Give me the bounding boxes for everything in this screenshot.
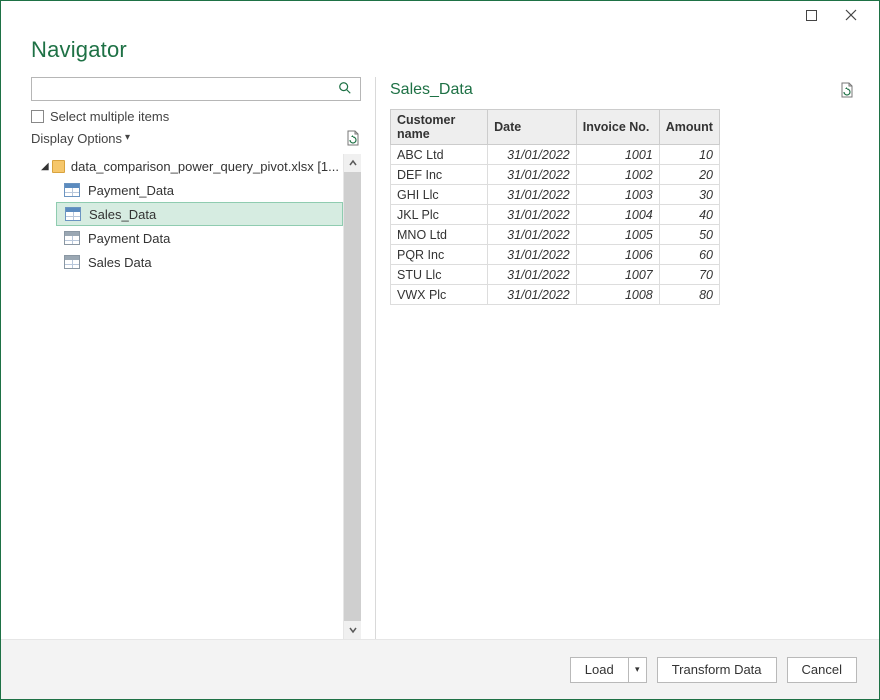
cell: ABC Ltd [391, 145, 488, 165]
cell: 10 [659, 145, 719, 165]
cell: 1005 [576, 225, 659, 245]
scroll-up-arrow[interactable] [344, 154, 361, 172]
cell: 31/01/2022 [488, 145, 577, 165]
table-row[interactable]: ABC Ltd31/01/2022100110 [391, 145, 720, 165]
cell: 31/01/2022 [488, 205, 577, 225]
cell: 31/01/2022 [488, 265, 577, 285]
cell: 31/01/2022 [488, 185, 577, 205]
cell: 30 [659, 185, 719, 205]
cell: 70 [659, 265, 719, 285]
tree-item[interactable]: Sales_Data [56, 202, 343, 226]
table-row[interactable]: MNO Ltd31/01/2022100550 [391, 225, 720, 245]
cell: 80 [659, 285, 719, 305]
cell: 1002 [576, 165, 659, 185]
preview-table: Customer nameDateInvoice No.Amount ABC L… [390, 109, 720, 305]
tree-scrollbar[interactable] [343, 154, 361, 639]
cell: STU Llc [391, 265, 488, 285]
search-box[interactable] [31, 77, 361, 101]
display-options-row[interactable]: Display Options ▾ [31, 130, 361, 146]
column-header[interactable]: Amount [659, 110, 719, 145]
cell: 40 [659, 205, 719, 225]
titlebar [1, 1, 879, 29]
table-row[interactable]: GHI Llc31/01/2022100330 [391, 185, 720, 205]
cell: 1008 [576, 285, 659, 305]
tree-item[interactable]: Payment_Data [56, 178, 343, 202]
column-header[interactable]: Customer name [391, 110, 488, 145]
dialog-header: Navigator [1, 29, 879, 77]
scroll-thumb[interactable] [344, 172, 361, 621]
select-multiple-label: Select multiple items [50, 109, 169, 124]
tree-item-label: Sales_Data [89, 207, 156, 222]
cell: DEF Inc [391, 165, 488, 185]
cell: 1007 [576, 265, 659, 285]
cell: VWX Plc [391, 285, 488, 305]
cell: MNO Ltd [391, 225, 488, 245]
select-multiple-checkbox[interactable] [31, 110, 44, 123]
tree-item[interactable]: Sales Data [56, 250, 343, 274]
left-panel: Select multiple items Display Options ▾ … [31, 77, 361, 639]
maximize-button[interactable] [791, 1, 831, 29]
load-button-label[interactable]: Load [571, 658, 628, 682]
scroll-track[interactable] [344, 172, 361, 621]
table-row[interactable]: VWX Plc31/01/2022100880 [391, 285, 720, 305]
table-row[interactable]: DEF Inc31/01/2022100220 [391, 165, 720, 185]
tree-item-label: Sales Data [88, 255, 152, 270]
collapse-icon[interactable]: ◢ [40, 161, 50, 172]
table-row[interactable]: PQR Inc31/01/2022100660 [391, 245, 720, 265]
column-header[interactable]: Invoice No. [576, 110, 659, 145]
dialog-title: Navigator [31, 37, 849, 63]
tree-file-node[interactable]: ◢ data_comparison_power_query_pivot.xlsx… [36, 154, 343, 178]
dialog-footer: Load ▾ Transform Data Cancel [1, 639, 879, 699]
select-multiple-row[interactable]: Select multiple items [31, 109, 361, 124]
cell: 31/01/2022 [488, 245, 577, 265]
transform-data-button[interactable]: Transform Data [657, 657, 777, 683]
chevron-down-icon: ▾ [125, 132, 130, 143]
preview-title: Sales_Data [390, 81, 473, 99]
tree-item-label: Payment Data [88, 231, 170, 246]
cell: GHI Llc [391, 185, 488, 205]
cell: 60 [659, 245, 719, 265]
refresh-preview-icon[interactable] [839, 82, 855, 98]
scroll-down-arrow[interactable] [344, 621, 361, 639]
cell: PQR Inc [391, 245, 488, 265]
cell: 1004 [576, 205, 659, 225]
cell: 31/01/2022 [488, 225, 577, 245]
navigator-dialog: Navigator Select multiple items Display … [0, 0, 880, 700]
table-row[interactable]: STU Llc31/01/2022100770 [391, 265, 720, 285]
table-row[interactable]: JKL Plc31/01/2022100440 [391, 205, 720, 225]
cell: 1006 [576, 245, 659, 265]
worksheet-icon [64, 231, 80, 245]
table-icon [64, 183, 80, 197]
cell: 1003 [576, 185, 659, 205]
display-options-label: Display Options [31, 131, 122, 146]
tree-item-label: Payment_Data [88, 183, 174, 198]
cancel-button[interactable]: Cancel [787, 657, 857, 683]
cell: 50 [659, 225, 719, 245]
load-dropdown-icon[interactable]: ▾ [628, 658, 646, 682]
load-button[interactable]: Load ▾ [570, 657, 647, 683]
refresh-tree-icon[interactable] [345, 130, 361, 146]
search-icon[interactable] [334, 81, 356, 98]
cell: 31/01/2022 [488, 285, 577, 305]
cell: 20 [659, 165, 719, 185]
preview-panel: Sales_Data Customer nameDateInvoice No.A… [390, 77, 869, 639]
worksheet-icon [64, 255, 80, 269]
close-button[interactable] [831, 1, 871, 29]
table-icon [65, 207, 81, 221]
search-input[interactable] [38, 79, 334, 99]
tree-item[interactable]: Payment Data [56, 226, 343, 250]
tree-file-label: data_comparison_power_query_pivot.xlsx [… [71, 159, 339, 174]
cell: 1001 [576, 145, 659, 165]
folder-icon [52, 160, 65, 173]
cell: 31/01/2022 [488, 165, 577, 185]
nav-tree: ◢ data_comparison_power_query_pivot.xlsx… [36, 154, 343, 639]
column-header[interactable]: Date [488, 110, 577, 145]
panel-divider [375, 77, 376, 639]
cell: JKL Plc [391, 205, 488, 225]
